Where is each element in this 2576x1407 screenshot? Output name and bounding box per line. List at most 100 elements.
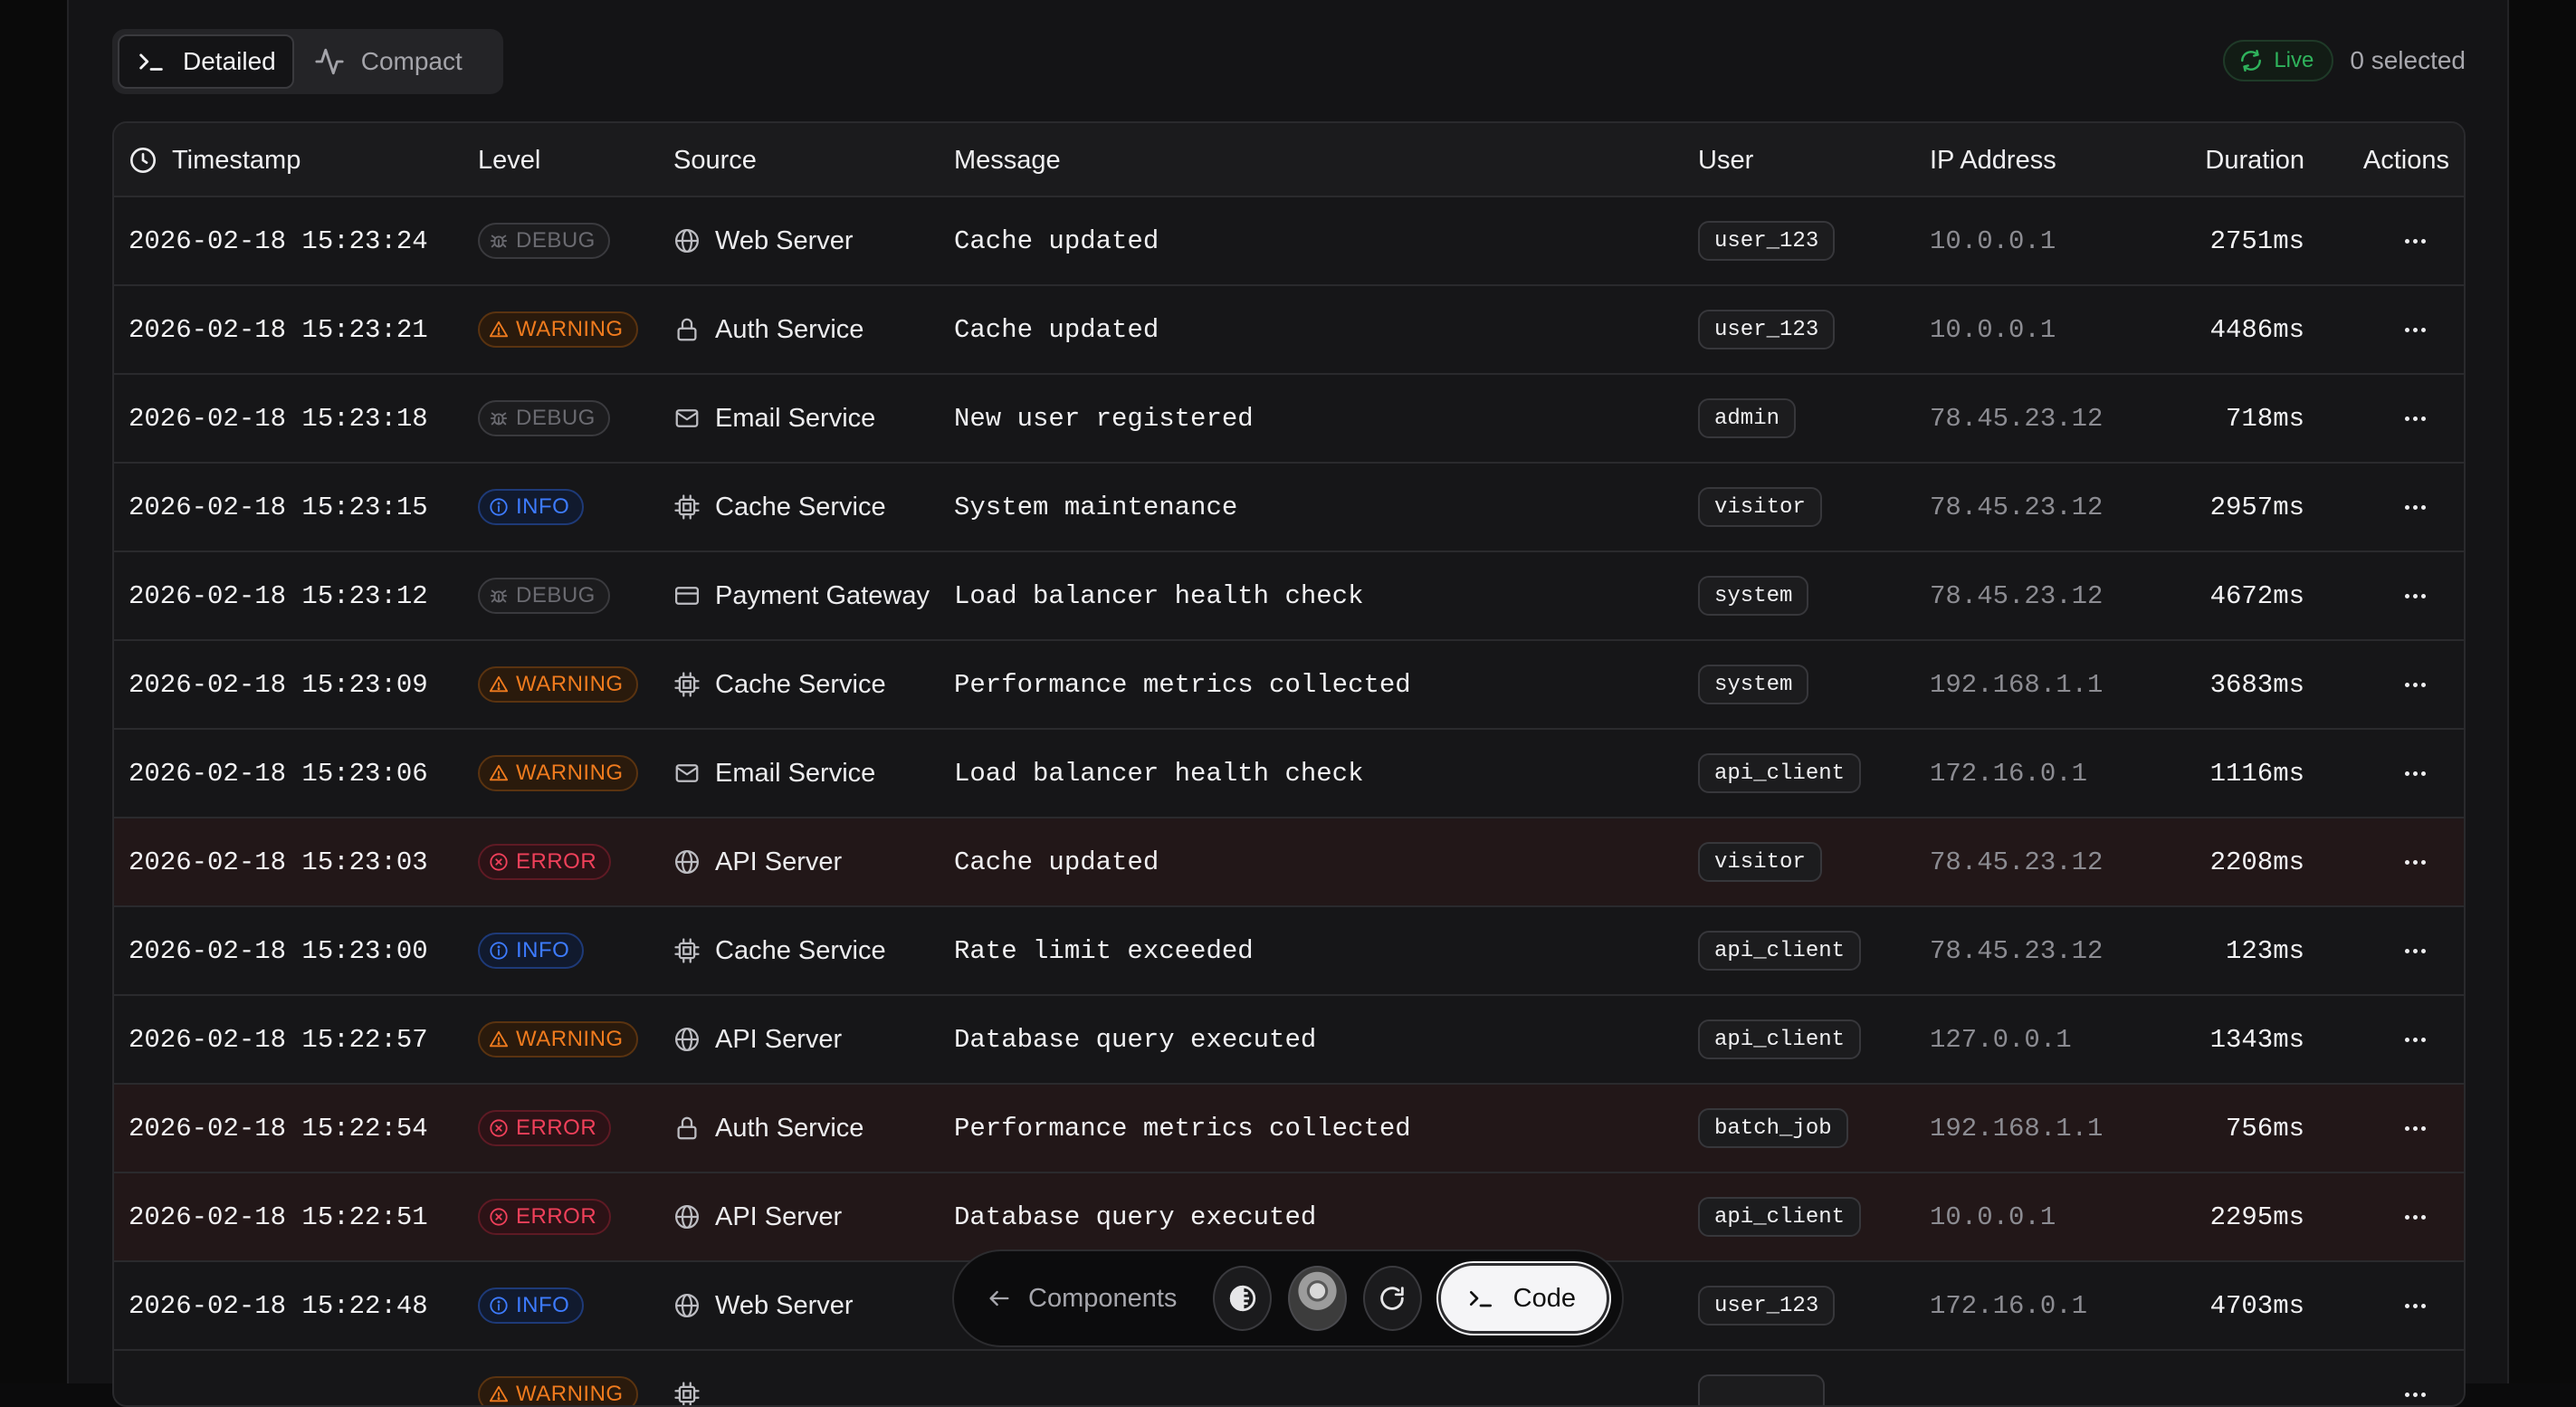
timestamp-cell: 2026-02-18 15:23:24: [129, 225, 428, 256]
more-actions-button[interactable]: [2397, 1199, 2433, 1235]
user-pill: batch_job: [1698, 1108, 1848, 1148]
table-row[interactable]: 2026-02-18 15:23:15 INFO Cache Service Syst…: [114, 464, 2464, 552]
timestamp-cell: 2026-02-18 15:23:00: [129, 935, 428, 966]
more-actions-button[interactable]: [2397, 933, 2433, 969]
live-badge[interactable]: Live: [2223, 40, 2334, 81]
more-actions-button[interactable]: [2397, 578, 2433, 614]
user-cell: user_123: [1698, 286, 1836, 373]
user-cell: user_123: [1698, 1262, 1836, 1349]
header-actions: Actions: [2362, 145, 2449, 175]
dot-icon: [2404, 770, 2409, 776]
user-cell: api_client: [1698, 907, 1862, 994]
more-actions-button[interactable]: [2397, 1287, 2433, 1324]
info-icon: [490, 498, 508, 516]
ip-cell: 78.45.23.12: [1930, 847, 2104, 877]
level-badge: ERROR: [478, 1199, 612, 1235]
more-actions-button[interactable]: [2397, 1376, 2433, 1405]
source-cell: API Server: [673, 996, 842, 1083]
level-label: WARNING: [516, 317, 624, 341]
level-cell: WARNING: [478, 730, 638, 817]
more-actions-button[interactable]: [2397, 311, 2433, 348]
dot-icon: [2404, 593, 2409, 598]
user-cell: admin: [1698, 375, 1797, 462]
alert-triangle-icon: [489, 764, 509, 781]
detailed-view-label: Detailed: [183, 47, 276, 75]
back-to-components-link[interactable]: Components: [987, 1284, 1197, 1314]
level-badge: INFO: [478, 1287, 585, 1324]
more-actions-button[interactable]: [2397, 223, 2433, 259]
status-area: Live 0 selected: [2223, 40, 2466, 81]
arrow-left-icon: [989, 1290, 1009, 1306]
table-row[interactable]: 2026-02-18 15:23:24 DEBUG Web Server Cache …: [114, 197, 2464, 286]
theme-toggle-button[interactable]: [1213, 1266, 1273, 1331]
level-label: DEBUG: [516, 583, 596, 608]
header-level[interactable]: Level: [478, 123, 540, 197]
dot-icon: [2404, 327, 2409, 332]
user-pill: user_123: [1698, 221, 1836, 261]
detailed-view-button[interactable]: Detailed: [118, 34, 294, 89]
level-label: INFO: [516, 938, 570, 962]
table-row[interactable]: WARNING: [114, 1351, 2464, 1405]
more-actions-button[interactable]: [2397, 844, 2433, 880]
more-actions-button[interactable]: [2397, 1110, 2433, 1146]
table-row[interactable]: 2026-02-18 15:23:06 WARNING Email Service L…: [114, 730, 2464, 818]
table-row[interactable]: 2026-02-18 15:23:09 WARNING Cache Service P…: [114, 641, 2464, 730]
dot-icon: [2412, 327, 2418, 332]
alert-triangle-icon: [489, 1030, 509, 1048]
info-icon: [490, 1297, 508, 1315]
source-label: Email Service: [715, 758, 876, 788]
level-label: WARNING: [516, 761, 624, 785]
level-cell: ERROR: [478, 1085, 612, 1172]
source-label: Email Service: [715, 403, 876, 433]
source-label: Web Server: [715, 225, 854, 255]
dot-icon: [2412, 238, 2418, 244]
reload-button[interactable]: [1362, 1266, 1422, 1331]
actions-cell: [2397, 1351, 2433, 1405]
level-badge: ERROR: [478, 1110, 612, 1146]
table-row[interactable]: 2026-02-18 15:23:21 WARNING Auth Service Ca…: [114, 286, 2464, 375]
ip-cell: 78.45.23.12: [1930, 492, 2104, 522]
ip-cell: 78.45.23.12: [1930, 580, 2104, 611]
timestamp-cell: 2026-02-18 15:23:18: [129, 403, 428, 434]
user-pill: visitor: [1698, 487, 1822, 527]
header-source[interactable]: Source: [673, 123, 757, 197]
more-actions-button[interactable]: [2397, 400, 2433, 436]
dot-icon: [2412, 682, 2418, 687]
source-label: Auth Service: [715, 314, 864, 344]
actions-cell: [2397, 641, 2433, 728]
user-pill: admin: [1698, 398, 1797, 438]
compact-view-button[interactable]: Compact: [298, 34, 479, 89]
code-button[interactable]: Code: [1437, 1263, 1609, 1334]
avatar[interactable]: [1288, 1266, 1347, 1331]
table-body: 2026-02-18 15:23:24 DEBUG Web Server Cache …: [114, 197, 2464, 1405]
table-row[interactable]: 2026-02-18 15:22:57 WARNING API Server Data…: [114, 996, 2464, 1085]
dot-icon: [2412, 593, 2418, 598]
more-actions-button[interactable]: [2397, 1021, 2433, 1058]
duration-cell: 718ms: [2225, 403, 2304, 434]
header-user[interactable]: User: [1698, 123, 1753, 197]
more-actions-button[interactable]: [2397, 755, 2433, 791]
user-pill: api_client: [1698, 1019, 1862, 1059]
ip-cell: 78.45.23.12: [1930, 403, 2104, 434]
level-badge: DEBUG: [478, 223, 610, 259]
table-row[interactable]: 2026-02-18 15:23:00 INFO Cache Service Rate…: [114, 907, 2464, 996]
dot-icon: [2412, 416, 2418, 421]
dot-icon: [2420, 416, 2426, 421]
x-circle-icon: [490, 853, 508, 871]
timestamp-cell: 2026-02-18 15:22:48: [129, 1290, 428, 1321]
table-row[interactable]: 2026-02-18 15:23:03 ERROR API Server Cache …: [114, 818, 2464, 907]
table-row[interactable]: 2026-02-18 15:23:18 DEBUG Email Service New…: [114, 375, 2464, 464]
dot-icon: [2404, 1214, 2409, 1220]
header-duration[interactable]: Duration: [2205, 123, 2304, 197]
table-row[interactable]: 2026-02-18 15:23:12 DEBUG Payment Gateway L…: [114, 552, 2464, 641]
more-actions-button[interactable]: [2397, 666, 2433, 703]
header-timestamp[interactable]: Timestamp: [129, 123, 301, 197]
table-row[interactable]: 2026-02-18 15:22:54 ERROR Auth Service Perf…: [114, 1085, 2464, 1173]
header-message[interactable]: Message: [954, 123, 1061, 197]
bug-icon: [490, 589, 508, 603]
source-label: API Server: [715, 847, 843, 876]
cpu-icon: [674, 938, 700, 963]
more-actions-button[interactable]: [2397, 489, 2433, 525]
level-badge: WARNING: [478, 755, 638, 791]
header-ip[interactable]: IP Address: [1930, 123, 2056, 197]
